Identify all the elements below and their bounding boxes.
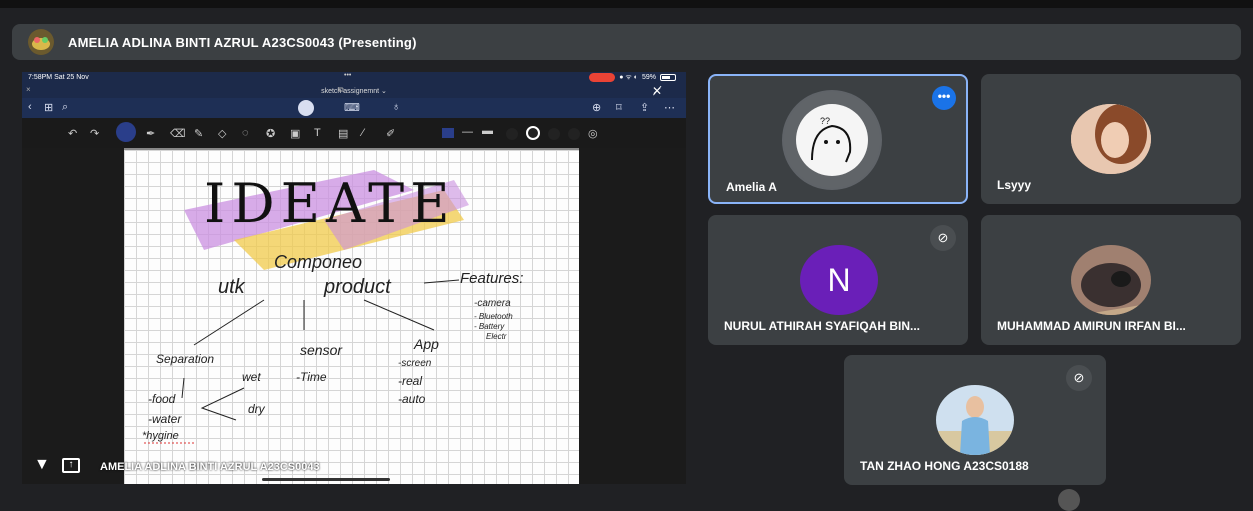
sketch-components: Componeo — [274, 252, 363, 272]
sketch-line2a: utk — [218, 276, 245, 298]
sketch-title: IDEATE — [204, 172, 456, 235]
sketch-feat-4: Electr — [486, 332, 507, 341]
more-icon[interactable]: ⋯ — [664, 101, 675, 114]
sketch-screen: -screen — [398, 358, 432, 369]
split-view-icon[interactable]: ⧉ — [338, 85, 344, 95]
participant-tile-nurul[interactable]: ⊘ N NURUL ATHIRAH SYAFIQAH BIN... — [708, 215, 968, 345]
redo-icon[interactable]: ↷ — [90, 127, 99, 140]
color-selected[interactable] — [526, 126, 540, 140]
text-icon[interactable]: T — [314, 127, 321, 139]
participant-name: NURUL ATHIRAH SYAFIQAH BIN... — [724, 319, 921, 333]
stroke-thin-selected[interactable] — [442, 128, 454, 138]
highlighter-icon[interactable]: ✎ — [194, 127, 203, 140]
sketch-sensor: sensor — [300, 342, 343, 358]
camera-icon[interactable]: ▤ — [338, 127, 348, 140]
mic-off-icon: ✕̸ — [651, 84, 662, 98]
pen-mode-icon[interactable] — [298, 100, 314, 116]
more-options-button[interactable]: ••• — [932, 86, 956, 110]
sketch-feat-1: -camera — [474, 298, 511, 309]
participant-tile-lsyyy[interactable]: Lsyyy — [981, 74, 1241, 204]
sketch-feat-3: - Battery — [474, 322, 505, 331]
doc-title[interactable]: sketch assignemnt ⌄ — [22, 87, 686, 95]
participant-tile-muhammad[interactable]: MUHAMMAD AMIRUN IRFAN BI... — [981, 215, 1241, 345]
share-footer-name: AMELIA ADLINA BINTI AZRUL A23CS0043 — [100, 461, 320, 473]
lasso-tool-icon[interactable] — [116, 122, 136, 142]
recording-icon — [589, 73, 616, 82]
sketch-app: App — [414, 336, 439, 352]
sketch-food: -food — [148, 392, 176, 406]
avatar — [1071, 104, 1151, 174]
sketch-dry: dry — [248, 402, 265, 416]
sketch-features: Features: — [460, 270, 524, 287]
participant-name: Amelia A — [726, 180, 777, 194]
presenter-bar: AMELIA ADLINA BINTI AZRUL A23CS0043 (Pre… — [12, 24, 1241, 60]
present-screen-icon[interactable]: ↑ — [62, 458, 80, 473]
share-icon[interactable]: ⇪ — [640, 101, 649, 114]
avatar: N — [800, 245, 878, 315]
color-dark-1[interactable] — [548, 128, 560, 140]
grid-icon[interactable]: ⊞ — [44, 101, 53, 114]
add-page-icon[interactable]: ⊕ — [592, 101, 601, 114]
participant-name: TAN ZHAO HONG A23CS0188 — [860, 459, 1029, 473]
ipad-doc-bar: × sketch assignemnt ⌄ ⧉ ✕̸ — [22, 84, 686, 98]
sketch-time: -Time — [296, 370, 327, 384]
sketch-line2b: product — [324, 276, 391, 298]
participant-tile-amelia[interactable]: ?? ••• Amelia A — [708, 74, 968, 204]
sketch-hygiene: *hygine — [142, 430, 179, 442]
ruler-icon[interactable]: ⁄ — [362, 127, 364, 139]
keyboard-icon[interactable]: ⌨ — [344, 101, 360, 114]
sketch-auto: -auto — [398, 392, 426, 406]
undo-icon[interactable]: ↶ — [68, 127, 77, 140]
sketch-feat-2: - Bluetooth — [474, 312, 513, 321]
sketch-wet: wet — [242, 370, 261, 384]
battery-percent: 59% — [641, 74, 656, 81]
scroll-indicator[interactable] — [1058, 489, 1080, 511]
battery-icon — [660, 74, 676, 81]
participant-name: Lsyyy — [997, 178, 1032, 192]
sketch-canvas[interactable]: IDEATE Componeo utk product Features: -c… — [124, 150, 579, 484]
ipad-dots: ••• — [344, 72, 352, 79]
ipad-toolbar: ‹ ⊞ ⌕ ⌨ ♁ ⊕ ⌑ ⇪ ⋯ — [22, 98, 686, 118]
color-dark-2[interactable] — [568, 128, 580, 140]
participant-name: MUHAMMAD AMIRUN IRFAN BI... — [997, 319, 1186, 333]
sticker-icon[interactable]: ✪ — [266, 127, 275, 140]
sketch-separation: Separation — [156, 352, 215, 366]
mic-off-icon: ⊘ — [930, 225, 956, 251]
presenter-title: AMELIA ADLINA BINTI AZRUL A23CS0043 (Pre… — [68, 34, 417, 50]
mic-off-icon: ⊘ — [1066, 365, 1092, 391]
avatar — [936, 385, 1014, 455]
ipad-time: 7:58PM Sat 25 Nov — [28, 74, 89, 81]
stroke-thick[interactable]: ▬ — [482, 125, 493, 137]
drawing-toolbar: ↶ ↷ ✒ ⌫ ✎ ◇ ◌ ✪ ▣ T ▤ ⁄ ✐ — ▬ ◎ — [22, 118, 686, 148]
status-icons: ● ᯤ ◐ — [619, 74, 638, 81]
color-picker-icon[interactable]: ◎ — [588, 127, 598, 140]
back-icon[interactable]: ‹ — [28, 101, 32, 113]
image-icon[interactable]: ▣ — [290, 127, 300, 140]
avatar: ?? — [782, 90, 882, 190]
sketch-real: -real — [398, 374, 423, 388]
svg-text:??: ?? — [820, 116, 830, 126]
bookmark-icon[interactable]: ⌑ — [616, 101, 622, 114]
laser-icon[interactable]: ✐ — [386, 127, 395, 140]
pin-icon[interactable]: ▼ — [34, 456, 50, 474]
lasso-icon[interactable]: ◌ — [242, 127, 249, 139]
presenter-avatar — [28, 29, 54, 55]
search-icon[interactable]: ⌕ — [62, 101, 68, 114]
ipad-status-bar: 7:58PM Sat 25 Nov ••• ● ᯤ ◐ 59% — [22, 72, 686, 84]
top-edge — [0, 0, 1253, 8]
sketch-water: -water — [148, 412, 182, 426]
mic-icon[interactable]: ♁ — [392, 101, 400, 113]
eraser-icon[interactable]: ⌫ — [170, 127, 186, 140]
participant-tile-tan[interactable]: ⊘ TAN ZHAO HONG A23CS0188 — [844, 355, 1106, 485]
pen-tool-icon[interactable]: ✒ — [146, 127, 155, 140]
stroke-medium[interactable]: — — [462, 126, 473, 138]
color-black[interactable] — [506, 128, 518, 140]
shapes-icon[interactable]: ◇ — [218, 127, 226, 140]
canvas-scrollbar[interactable] — [262, 478, 390, 481]
avatar — [1071, 245, 1151, 315]
shared-screen[interactable]: 7:58PM Sat 25 Nov ••• ● ᯤ ◐ 59% × sketch… — [22, 72, 686, 484]
